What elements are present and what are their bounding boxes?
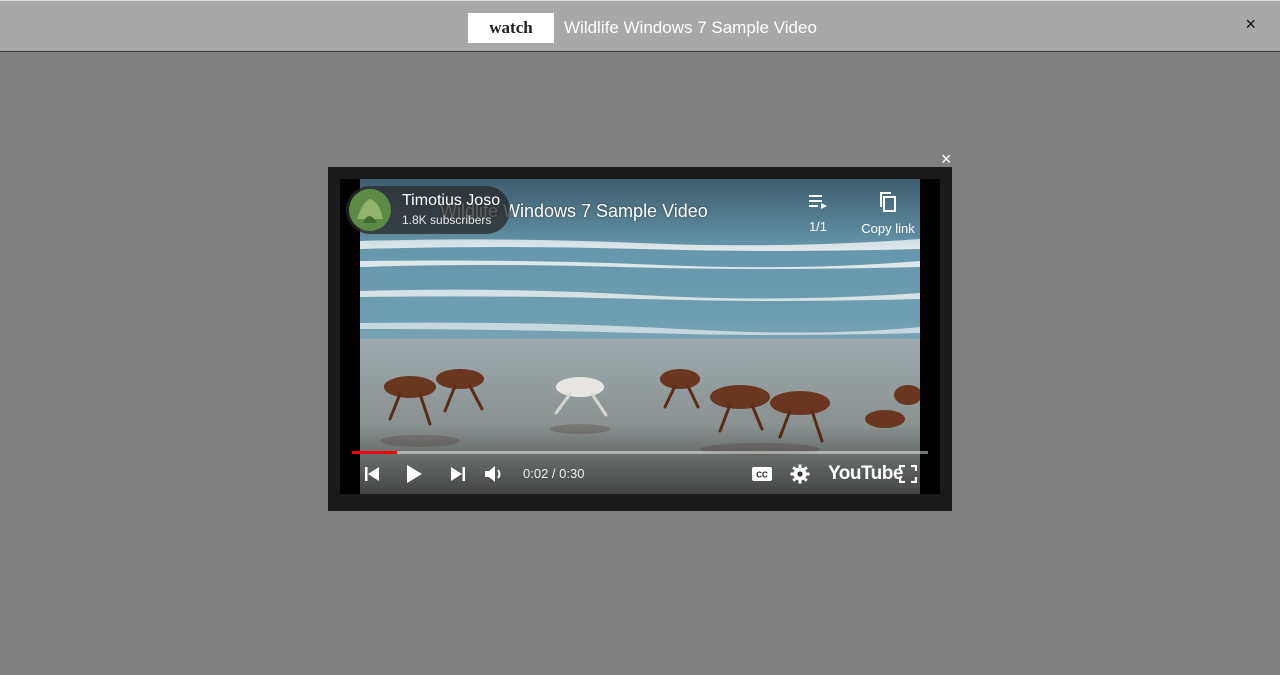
page-title: Wildlife Windows 7 Sample Video [564,18,817,37]
fullscreen-button[interactable] [896,462,920,486]
svg-text:CC: CC [756,471,768,480]
previous-icon [365,467,379,481]
playlist-count: 1/1 [808,219,828,234]
avatar-image [349,189,391,231]
video-modal: Wildlife Windows 7 Sample Video Timotius… [328,167,952,511]
top-bar: watch Wildlife Windows 7 Sample Video × [0,0,1280,52]
volume-icon [485,466,501,482]
channel-name[interactable]: Timotius Joso [402,192,500,210]
play-button[interactable] [402,462,426,486]
progress-played [352,451,397,454]
avatar[interactable] [349,189,391,231]
copy-icon [880,192,896,212]
youtube-logo[interactable]: YouTube [828,463,903,485]
fullscreen-icon [899,465,917,483]
watch-button[interactable]: watch [468,13,554,43]
channel-info[interactable]: Timotius Joso 1.8K subscribers [346,186,510,234]
gear-icon [790,464,810,484]
captions-icon: CC [752,467,772,481]
captions-button[interactable]: CC [750,462,774,486]
previous-button[interactable] [360,462,384,486]
close-icon[interactable]: × [1245,15,1256,33]
volume-button[interactable] [482,462,506,486]
play-icon [407,465,422,483]
playlist-icon [809,195,827,209]
settings-button[interactable] [788,462,812,486]
copy-link-button[interactable]: Copy link [856,191,920,236]
video-player[interactable]: Wildlife Windows 7 Sample Video Timotius… [340,179,940,494]
copy-link-label: Copy link [861,221,915,236]
subscriber-count: 1.8K subscribers [402,213,492,227]
progress-bar[interactable] [352,451,928,454]
playlist-button[interactable]: 1/1 [800,193,836,234]
time-display: 0:02 / 0:30 [523,466,585,481]
next-icon [451,467,465,481]
modal-close-icon[interactable]: × [941,150,952,168]
next-button[interactable] [446,462,470,486]
